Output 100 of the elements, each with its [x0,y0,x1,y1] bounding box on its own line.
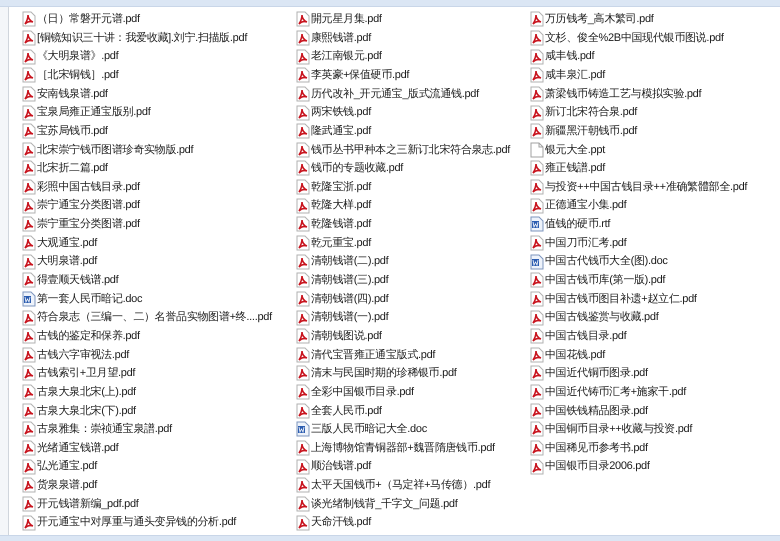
file-item[interactable]: 古钱索引+卫月望.pdf [22,364,296,383]
file-item[interactable]: 乾元重宝.pdf [296,234,530,252]
pdf-file-icon [296,179,310,196]
file-item[interactable]: 上海博物馆青铜器部+魏晋隋唐钱币.pdf [296,438,530,458]
file-item[interactable]: 雍正钱譜.pdf [530,159,779,178]
file-item[interactable]: 彩照中国古钱目录.pdf [22,178,296,196]
file-item[interactable]: 清朝钱谱(一).pdf [296,308,530,327]
pdf-file-icon [530,179,544,196]
file-item[interactable]: 《大明泉谱》.pdf [22,47,296,66]
pdf-file-icon [296,384,310,400]
file-item[interactable]: 顺治钱谱.pdf [296,457,530,476]
file-item[interactable]: 中国铁钱精品图录.pdf [530,401,779,420]
file-item[interactable]: 清末与民国时期的珍稀银币.pdf [296,364,530,383]
pdf-file-icon [22,30,36,46]
document-icon [296,421,310,438]
file-item[interactable]: 清朝钱谱(三).pdf [296,270,530,290]
file-item[interactable]: 咸丰泉汇.pdf [530,66,779,85]
file-item[interactable]: 中国古钱币图目补遗+赵立仁.pdf [530,290,779,308]
pdf-file-icon [22,86,36,102]
file-item[interactable]: （日）常磐开元谱.pdf [22,10,296,29]
pdf-file-icon [530,440,544,456]
file-item[interactable]: 古泉雅集：崇祯通宝泉譜.pdf [22,420,296,439]
file-item[interactable]: 三版人民币暗记大全.doc [296,420,530,439]
file-item[interactable]: 两宋铁钱.pdf [296,103,530,122]
file-item[interactable]: 老江南银元.pdf [296,47,530,66]
file-item[interactable]: 新订北宋符合泉.pdf [530,103,779,122]
file-item[interactable]: 全套人民币.pdf [296,401,530,420]
file-item[interactable]: 得壹顺天钱谱.pdf [22,270,296,290]
file-item[interactable]: 大明泉谱.pdf [22,252,296,271]
file-item[interactable]: 与投资++中国古钱目录++准确繁體部全.pdf [530,178,779,196]
file-item[interactable]: ［北宋铜钱］.pdf [22,66,296,85]
file-item[interactable]: 符合泉志（三编一、二）名誉品实物图谱+终....pdf [22,308,296,327]
file-item[interactable]: 历代改补_开元通宝_版式流通钱.pdf [296,84,530,104]
file-item[interactable]: 清代宝晋雍正通宝版式.pdf [296,346,530,364]
file-item[interactable]: 全彩中国银币目录.pdf [296,382,530,402]
file-item[interactable]: 咸丰钱.pdf [530,47,779,66]
file-item[interactable]: 古钱六字审视法.pdf [22,346,296,364]
file-item[interactable]: 开元钱谱新编_pdf.pdf [22,494,296,514]
file-item[interactable]: 開元星月集.pdf [296,10,530,29]
file-item[interactable]: 值钱的硬币.rtf [530,215,779,234]
pdf-file-icon [22,514,36,531]
pdf-file-icon [296,402,310,419]
pdf-file-icon [296,272,310,288]
file-item[interactable]: 乾隆宝浙.pdf [296,178,530,196]
file-item[interactable]: 北宋折二篇.pdf [22,159,296,178]
file-item[interactable]: 崇宁重宝分类图谱.pdf [22,215,296,234]
pdf-file-icon [22,496,36,512]
file-item[interactable]: 中国近代铸币汇考+施家干.pdf [530,382,779,402]
file-item[interactable]: 中国稀见币参考书.pdf [530,438,779,458]
file-item[interactable]: 古钱的鉴定和保养.pdf [22,326,296,346]
file-item[interactable]: 清朝钱图说.pdf [296,326,530,346]
file-item[interactable]: 中国近代铜币图录.pdf [530,364,779,383]
file-item[interactable]: 北宋崇宁钱币图谱珍奇实物版.pdf [22,140,296,160]
pdf-file-icon [22,477,36,494]
file-item[interactable]: 隆武通宝.pdf [296,122,530,140]
file-item[interactable]: 正德通宝小集.pdf [530,196,779,216]
pdf-file-icon [296,346,310,363]
file-item[interactable]: 光绪通宝钱谱.pdf [22,438,296,458]
file-item[interactable]: 万历钱考_高木繁司.pdf [530,10,779,29]
file-item[interactable]: 新疆黑汗朝钱币.pdf [530,122,779,140]
file-item[interactable]: 清朝钱谱(二).pdf [296,252,530,271]
file-item[interactable]: 中国古钱目录.pdf [530,326,779,346]
pdf-file-icon [22,254,36,270]
file-item[interactable]: 谈光绪制钱背_千字文_问题.pdf [296,494,530,514]
pdf-file-icon [22,198,36,214]
pdf-file-icon [530,458,544,475]
file-item[interactable]: 宝泉局雍正通宝版别.pdf [22,103,296,122]
file-item[interactable]: 中国银币目录2006.pdf [530,457,779,476]
file-item[interactable]: 文杉、俊全%2B中国现代银币图说.pdf [530,28,779,48]
file-item[interactable]: 古泉大泉北宋(下).pdf [22,401,296,420]
file-item[interactable]: 钱币的专题收藏.pdf [296,159,530,178]
file-item[interactable]: 古泉大泉北宋(上).pdf [22,382,296,402]
file-item[interactable]: 李英豪+保值硬币.pdf [296,66,530,85]
file-item[interactable]: 太平天国钱币+（马定祥+马传德）.pdf [296,476,530,495]
file-item[interactable]: 弘光通宝.pdf [22,457,296,476]
pdf-file-icon [22,160,36,176]
pdf-file-icon [530,272,544,288]
file-item[interactable]: 中国铜币目录++收藏与投资.pdf [530,420,779,439]
file-item[interactable]: [铜镜知识三十讲：我爱收藏].刘宁.扫描版.pdf [22,28,296,48]
file-item[interactable]: 中国古代钱币大全(图).doc [530,252,779,271]
file-item[interactable]: 乾隆大样.pdf [296,196,530,216]
file-item[interactable]: 钱币丛书甲种本之三新订北宋符合泉志.pdf [296,140,530,160]
file-item[interactable]: 中国刀币汇考.pdf [530,234,779,252]
file-item[interactable]: 第一套人民币暗记.doc [22,290,296,308]
file-item[interactable]: 安南钱泉谱.pdf [22,84,296,104]
file-item[interactable]: 货泉泉谱.pdf [22,476,296,495]
file-item[interactable]: 清朝钱谱(四).pdf [296,290,530,308]
file-item[interactable]: 中国古钱鉴赏与收藏.pdf [530,308,779,327]
file-item[interactable]: 萧梁钱币铸造工艺与模拟实验.pdf [530,84,779,104]
file-item[interactable]: 中国古钱币库(第一版).pdf [530,270,779,290]
file-item[interactable]: 康熙钱谱.pdf [296,28,530,48]
file-item[interactable]: 开元通宝中对厚重与通头变异钱的分析.pdf [22,513,296,532]
pdf-file-icon [22,440,36,456]
file-item[interactable]: 中国花钱.pdf [530,346,779,364]
file-item[interactable]: 银元大全.ppt [530,140,779,160]
file-item[interactable]: 大观通宝.pdf [22,234,296,252]
file-item[interactable]: 天命汗钱.pdf [296,513,530,532]
file-item[interactable]: 崇宁通宝分类图谱.pdf [22,196,296,216]
file-item[interactable]: 宝苏局钱币.pdf [22,122,296,140]
file-item[interactable]: 乾隆钱谱.pdf [296,215,530,234]
